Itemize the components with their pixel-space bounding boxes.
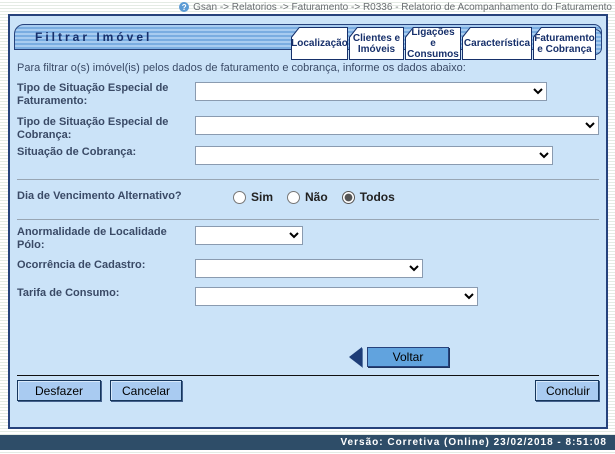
page-title: Filtrar Imóvel: [35, 30, 152, 44]
field-row: Ocorrência de Cadastro:: [17, 257, 599, 278]
back-arrow-icon[interactable]: [349, 347, 362, 367]
version-text: Versão: Corretiva (Online) 23/02/2018 - …: [340, 437, 607, 448]
dia-vencimento-alternativo-label: Dia de Vencimento Alternativo?: [17, 188, 195, 203]
intro-text: Para filtrar o(s) imóvel(is) pelos dados…: [17, 62, 599, 75]
anormalidade-localidade-polo-select[interactable]: [195, 226, 303, 245]
tipo-situacao-faturamento-select[interactable]: [195, 82, 547, 101]
radio-option-todos: Todos: [342, 190, 395, 204]
dia-vencimento-radio-group: Sim Não Todos: [233, 188, 395, 204]
desfazer-button[interactable]: Desfazer: [17, 380, 101, 401]
voltar-button[interactable]: Voltar: [367, 347, 449, 367]
nao-radio[interactable]: [287, 191, 300, 204]
todos-radio[interactable]: [342, 191, 355, 204]
concluir-button[interactable]: Concluir: [535, 380, 599, 401]
action-button-row: Desfazer Cancelar Concluir: [17, 380, 599, 401]
version-footer: Versão: Corretiva (Online) 23/02/2018 - …: [0, 435, 615, 450]
breadcrumb: ? Gsan -> Relatorios -> Faturamento -> R…: [0, 0, 615, 14]
radio-option-nao: Não: [287, 190, 328, 204]
situacao-cobranca-select[interactable]: [195, 146, 553, 165]
form-content: Para filtrar o(s) imóvel(is) pelos dados…: [10, 50, 606, 401]
situacao-cobranca-label: Situação de Cobrança:: [17, 144, 195, 159]
radio-option-sim: Sim: [233, 190, 273, 204]
filter-panel: Filtrar Imóvel Localização Clientes e Im…: [8, 14, 608, 429]
tarifa-consumo-select[interactable]: [195, 287, 478, 306]
field-row: Tarifa de Consumo:: [17, 285, 599, 306]
field-row: Anormalidade de Localidade Pólo:: [17, 224, 599, 252]
todos-radio-label[interactable]: Todos: [360, 190, 395, 204]
button-divider: [17, 375, 599, 376]
anormalidade-localidade-polo-label: Anormalidade de Localidade Pólo:: [17, 224, 195, 252]
sim-radio[interactable]: [233, 191, 246, 204]
tipo-situacao-cobranca-label: Tipo de Situação Especial de Cobrança:: [17, 114, 195, 142]
ocorrencia-cadastro-select[interactable]: [195, 259, 423, 278]
tarifa-consumo-label: Tarifa de Consumo:: [17, 285, 195, 300]
radio-field-row: Dia de Vencimento Alternativo? Sim Não T…: [17, 188, 599, 204]
tipo-situacao-faturamento-label: Tipo de Situação Especial de Faturamento…: [17, 80, 195, 108]
ocorrencia-cadastro-label: Ocorrência de Cadastro:: [17, 257, 195, 272]
field-row: Situação de Cobrança:: [17, 144, 599, 165]
help-icon: ?: [179, 2, 189, 12]
breadcrumb-text: Gsan -> Relatorios -> Faturamento -> R03…: [193, 2, 612, 13]
field-row: Tipo de Situação Especial de Faturamento…: [17, 80, 599, 108]
cancelar-button[interactable]: Cancelar: [110, 380, 182, 401]
divider: [17, 219, 599, 220]
nao-radio-label[interactable]: Não: [305, 190, 328, 204]
sim-radio-label[interactable]: Sim: [251, 190, 273, 204]
tipo-situacao-cobranca-select[interactable]: [195, 116, 599, 135]
field-row: Tipo de Situação Especial de Cobrança:: [17, 114, 599, 142]
divider: [17, 179, 599, 180]
voltar-row: Voltar: [17, 347, 599, 367]
